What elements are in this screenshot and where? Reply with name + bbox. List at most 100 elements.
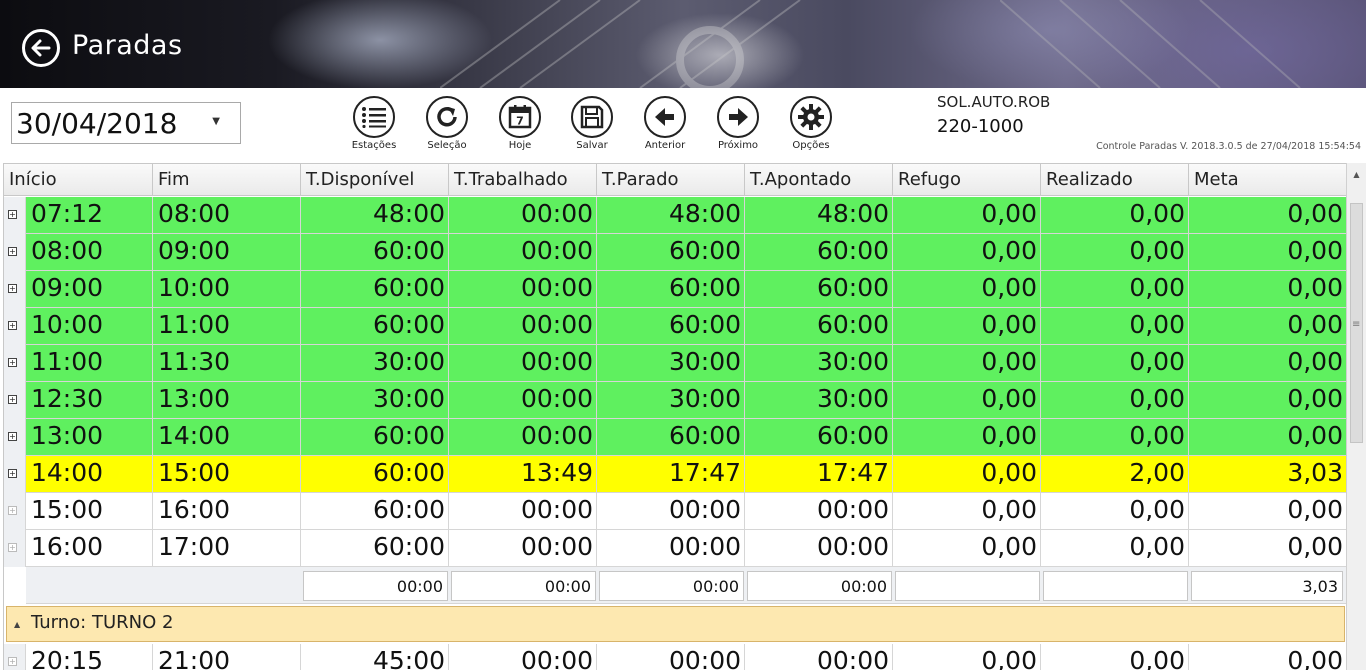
cell-fim: 14:00	[153, 419, 301, 456]
selection-label: Seleção	[427, 140, 467, 151]
col-header-t-apontado[interactable]: T.Apontado	[745, 164, 893, 196]
cell-meta: 0,00	[1189, 197, 1346, 234]
expand-icon[interactable]: +	[8, 432, 17, 441]
table-row[interactable]: +10:00 11:00 60:00 00:00 60:00 60:00 0,00 0,00 0…	[8, 308, 1346, 345]
cell-t-disponivel: 60:00	[301, 530, 449, 567]
cell-fim: 08:00	[153, 197, 301, 234]
col-header-t-trabalhado[interactable]: T.Trabalhado	[449, 164, 597, 196]
cell-t-apontado: 30:00	[745, 382, 893, 419]
col-header-realizado[interactable]: Realizado	[1041, 164, 1189, 196]
group-row-turno[interactable]: ▲ Turno: TURNO 2	[6, 606, 1345, 642]
save-button[interactable]: Salvar	[557, 96, 627, 156]
collapse-triangle-icon[interactable]: ▲	[14, 620, 20, 629]
stations-button[interactable]: Estações	[339, 96, 409, 156]
expand-icon[interactable]: +	[8, 543, 17, 552]
expand-icon[interactable]: +	[8, 657, 17, 666]
cell-t-disponivel: 60:00	[301, 308, 449, 345]
cell-fim: 09:00	[153, 234, 301, 271]
cell-realizado: 0,00	[1041, 644, 1189, 670]
cell-t-apontado: 30:00	[745, 345, 893, 382]
station-code: 220-1000	[937, 116, 1024, 137]
cell-t-disponivel: 48:00	[301, 197, 449, 234]
cell-fim: 11:00	[153, 308, 301, 345]
next-button[interactable]: Próximo	[703, 96, 773, 156]
expand-icon[interactable]: +	[8, 395, 17, 404]
table-row[interactable]: +07:12 08:00 48:00 00:00 48:00 48:00 0,00 0,00 0…	[8, 197, 1346, 234]
back-button[interactable]	[22, 29, 60, 67]
previous-button[interactable]: Anterior	[630, 96, 700, 156]
cell-meta: 0,00	[1189, 419, 1346, 456]
cell-inicio: 09:00	[26, 271, 153, 308]
cell-inicio: 12:30	[26, 382, 153, 419]
save-label: Salvar	[576, 140, 608, 151]
cell-t-apontado: 00:00	[745, 644, 893, 670]
expand-icon[interactable]: +	[8, 284, 17, 293]
cell-refugo: 0,00	[893, 456, 1041, 493]
cell-t-trabalhado: 00:00	[449, 308, 597, 345]
cell-t-trabalhado: 00:00	[449, 197, 597, 234]
cell-t-apontado: 00:00	[745, 493, 893, 530]
table-row[interactable]: +12:30 13:00 30:00 00:00 30:00 30:00 0,00 0,00 0…	[8, 382, 1346, 419]
cell-inicio: 13:00	[26, 419, 153, 456]
cell-t-disponivel: 30:00	[301, 345, 449, 382]
table-row[interactable]: +13:00 14:00 60:00 00:00 60:00 60:00 0,00 0,00 0…	[8, 419, 1346, 456]
col-header-fim[interactable]: Fim	[153, 164, 301, 196]
cell-realizado: 0,00	[1041, 419, 1189, 456]
scroll-grip-icon: ≡	[1352, 319, 1361, 330]
cell-t-apontado: 60:00	[745, 308, 893, 345]
options-button[interactable]: Opções	[776, 96, 846, 156]
cell-t-parado: 17:47	[597, 456, 745, 493]
expand-icon[interactable]: +	[8, 469, 17, 478]
cell-meta: 0,00	[1189, 234, 1346, 271]
vertical-scrollbar[interactable]: ▲ ≡	[1346, 163, 1366, 670]
cell-t-apontado: 00:00	[745, 530, 893, 567]
cell-realizado: 0,00	[1041, 308, 1189, 345]
selection-button[interactable]: Seleção	[412, 96, 482, 156]
expand-icon[interactable]: +	[8, 247, 17, 256]
cell-t-parado: 60:00	[597, 234, 745, 271]
table-row[interactable]: +15:00 16:00 60:00 00:00 00:00 00:00 0,00 0,00 0…	[8, 493, 1346, 530]
cell-inicio: 16:00	[26, 530, 153, 567]
totals-row: 00:00 00:00 00:00 00:00 3,03	[26, 567, 1346, 604]
date-value: 30/04/2018	[16, 106, 178, 140]
next-label: Próximo	[717, 140, 759, 151]
total-t-trabalhado: 00:00	[451, 571, 596, 601]
refresh-icon	[426, 96, 468, 138]
table-row[interactable]: +14:00 15:00 60:00 13:49 17:47 17:47 0,00 2,00 3…	[8, 456, 1346, 493]
dropdown-arrow-icon[interactable]: ▼	[212, 116, 220, 127]
date-picker[interactable]: 30/04/2018 ▼	[11, 102, 241, 144]
cell-refugo: 0,00	[893, 345, 1041, 382]
table-row[interactable]: +20:15 21:00 45:00 00:00 00:00 00:00 0,00 0,00 0…	[8, 644, 1346, 670]
cell-refugo: 0,00	[893, 271, 1041, 308]
table-row[interactable]: +11:00 11:30 30:00 00:00 30:00 30:00 0,00 0,00 0…	[8, 345, 1346, 382]
col-header-t-parado[interactable]: T.Parado	[597, 164, 745, 196]
cell-inicio: 11:00	[26, 345, 153, 382]
col-header-meta[interactable]: Meta	[1189, 164, 1346, 196]
expand-icon[interactable]: +	[8, 210, 17, 219]
cell-t-parado: 60:00	[597, 308, 745, 345]
expand-icon[interactable]: +	[8, 358, 17, 367]
scroll-up-icon[interactable]: ▲	[1347, 165, 1366, 183]
col-header-inicio[interactable]: Início	[4, 164, 153, 196]
col-header-refugo[interactable]: Refugo	[893, 164, 1041, 196]
table-row[interactable]: +09:00 10:00 60:00 00:00 60:00 60:00 0,00 0,00 0…	[8, 271, 1346, 308]
cell-fim: 15:00	[153, 456, 301, 493]
cell-realizado: 0,00	[1041, 234, 1189, 271]
expand-icon[interactable]: +	[8, 506, 17, 515]
cell-meta: 0,00	[1189, 271, 1346, 308]
cell-t-trabalhado: 00:00	[449, 234, 597, 271]
cell-meta: 0,00	[1189, 493, 1346, 530]
cell-t-apontado: 48:00	[745, 197, 893, 234]
cell-meta: 0,00	[1189, 530, 1346, 567]
table-row[interactable]: +16:00 17:00 60:00 00:00 00:00 00:00 0,00 0,00 0…	[8, 530, 1346, 567]
cell-t-apontado: 17:47	[745, 456, 893, 493]
cell-fim: 17:00	[153, 530, 301, 567]
table-row[interactable]: +08:00 09:00 60:00 00:00 60:00 60:00 0,00 0,00 0…	[8, 234, 1346, 271]
cell-t-trabalhado: 00:00	[449, 419, 597, 456]
today-button[interactable]: 7 Hoje	[485, 96, 555, 156]
cell-t-apontado: 60:00	[745, 271, 893, 308]
expand-icon[interactable]: +	[8, 321, 17, 330]
col-header-t-disponivel[interactable]: T.Disponível	[301, 164, 449, 196]
cell-fim: 21:00	[153, 644, 301, 670]
cell-fim: 13:00	[153, 382, 301, 419]
